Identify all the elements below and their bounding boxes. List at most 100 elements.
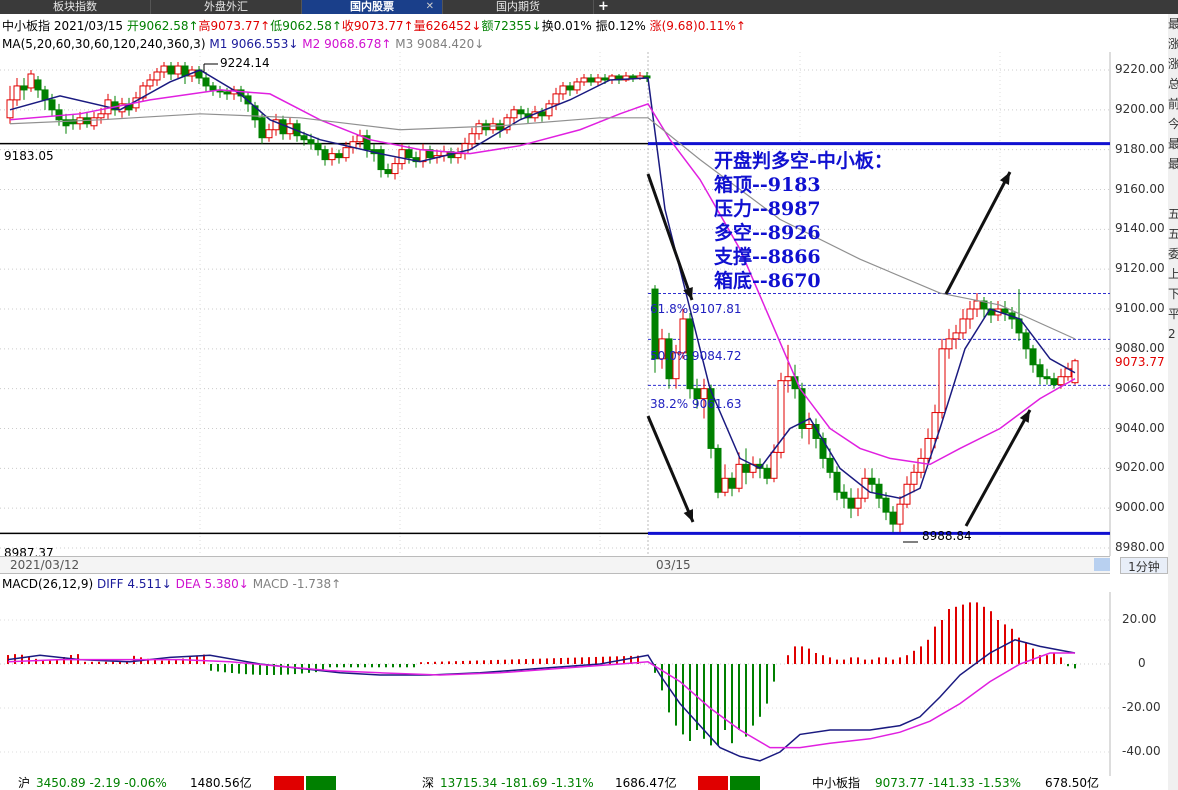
candle-body — [174, 65, 182, 75]
candle-body — [223, 91, 231, 95]
ma-m2: M2 9068.678↑ — [302, 37, 392, 51]
right-panel-label: 总 — [1168, 77, 1178, 91]
right-panel-label: 前 — [1168, 97, 1178, 111]
candle-body — [973, 300, 981, 310]
fib-382-label: 38.2% 9061.63 — [650, 397, 742, 411]
candle-body — [335, 153, 343, 159]
macd-y-tick-label: 20.00 — [1122, 612, 1157, 626]
amplitude: 振0.12% — [595, 19, 646, 33]
zxb-values: 9073.77 -141.33 -1.53% — [875, 776, 1022, 790]
candle-body — [20, 85, 28, 91]
add-tab-icon[interactable]: + — [598, 0, 609, 14]
y-tick-label: 9120.00 — [1115, 261, 1165, 276]
candle-body — [454, 153, 462, 159]
candle-body — [97, 113, 105, 119]
price-info-line: 中小板指 2021/03/15 开9062.58↑高9073.77↑低9062.… — [2, 17, 746, 34]
candle-body — [209, 85, 217, 91]
candle-body — [489, 123, 497, 131]
candle-body — [889, 511, 897, 525]
ma-m2-line — [9, 89, 1076, 466]
current-price-label: 9073.77 — [1115, 355, 1165, 369]
right-panel-label: 最 — [1168, 137, 1178, 151]
macd-info-line: MACD(26,12,9) DIFF 4.511↓ DEA 5.380↓ MAC… — [2, 577, 341, 591]
date-bar[interactable]: 2021/03/12 03/15 — [0, 556, 1110, 574]
zxb-amount: 678.50亿 — [1045, 776, 1099, 790]
candle-body — [517, 109, 525, 115]
macd-y-tick-label: -20.00 — [1122, 700, 1161, 714]
down-arrow-1 — [646, 173, 694, 301]
right-panel-label: 平 — [1168, 307, 1178, 321]
candle-body — [854, 497, 862, 509]
candle-body — [559, 85, 567, 95]
tab-block-index[interactable]: 板块指数 — [0, 0, 151, 14]
tab-domestic-futures[interactable]: 国内期货 — [443, 0, 594, 14]
scroll-thumb[interactable] — [1094, 558, 1110, 571]
candle-body — [321, 149, 329, 161]
candle-body — [552, 93, 560, 105]
candle-body — [279, 119, 287, 135]
box-bottom-left-label: 8987.37 — [4, 546, 54, 556]
y-tick-label: 9040.00 — [1115, 420, 1165, 435]
amount: 额72355↓ — [481, 19, 542, 33]
candle-body — [405, 149, 413, 159]
candle-body — [13, 85, 21, 101]
candle-body — [1022, 332, 1030, 350]
box-top-left-label: 9183.05 — [4, 149, 54, 163]
candle-body — [27, 73, 35, 89]
y-tick-label: 8980.00 — [1115, 540, 1165, 554]
y-tick-label: 9060.00 — [1115, 380, 1165, 395]
candle-body — [468, 133, 476, 145]
right-panel-label: 五 — [1168, 207, 1178, 221]
ma-m1-line — [9, 69, 1076, 499]
y-tick-label: 9220.00 — [1115, 62, 1165, 76]
candle-body — [714, 447, 722, 493]
candle-body — [34, 79, 42, 91]
candle-body — [868, 477, 876, 485]
right-panel-label: 今 — [1168, 117, 1178, 131]
candle-body — [966, 308, 974, 320]
candle-body — [763, 467, 771, 479]
sh-down-bar — [306, 776, 336, 790]
candle-body — [1029, 348, 1037, 366]
sz-up-bar — [698, 776, 728, 790]
candle-body — [300, 135, 308, 141]
macd-chart[interactable] — [0, 592, 1168, 776]
candle-body — [721, 477, 729, 493]
macd-dea: DEA 5.380↓ — [175, 577, 249, 591]
candle-body — [167, 65, 175, 75]
sh-values: 3450.89 -2.19 -0.06% — [36, 776, 167, 790]
tab-label: 外盘外汇 — [204, 0, 248, 13]
candle-body — [601, 77, 609, 81]
ma-info-line: MA(5,20,60,30,60,120,240,360,3) M1 9066.… — [2, 37, 484, 51]
right-panel-label: 上 — [1168, 267, 1178, 281]
period-selector[interactable]: 1分钟 — [1120, 557, 1168, 574]
candle-body — [833, 471, 841, 493]
candle-body — [153, 71, 161, 81]
candle-body — [90, 117, 98, 127]
price-chart[interactable]: 9224.14 8988.84 9183.05 8987.37 61.8% 9107.8… — [0, 52, 1168, 556]
macd-diff: DIFF 4.511↓ — [96, 577, 172, 591]
annotation-line: 多空--8926 — [714, 222, 821, 244]
candle-body — [840, 491, 848, 499]
candle-body — [784, 376, 792, 382]
candle-body — [566, 85, 574, 91]
tab-label: 国内期货 — [496, 0, 540, 13]
candle-body — [1057, 376, 1065, 386]
ma-m3-line — [9, 113, 1076, 340]
tab-foreign-fx[interactable]: 外盘外汇 — [151, 0, 302, 14]
candle-body — [265, 129, 273, 139]
candle-body — [679, 318, 687, 354]
tab-domestic-stocks[interactable]: 国内股票 ✕ — [302, 0, 443, 14]
index-name: 中小板指 — [2, 19, 51, 33]
close-icon[interactable]: ✕ — [426, 0, 434, 14]
sh-up-bar — [274, 776, 304, 790]
annotation-line: 箱底--8670 — [714, 270, 821, 292]
date-left: 2021/03/12 — [10, 558, 80, 572]
candle-body — [1001, 308, 1009, 314]
candle-body — [594, 77, 602, 83]
close-price: 收9073.77↑ — [341, 19, 414, 33]
right-panel-label: 最 — [1168, 17, 1178, 31]
candle-body — [959, 318, 967, 334]
candle-body — [496, 123, 504, 131]
candle-body — [1050, 378, 1058, 386]
